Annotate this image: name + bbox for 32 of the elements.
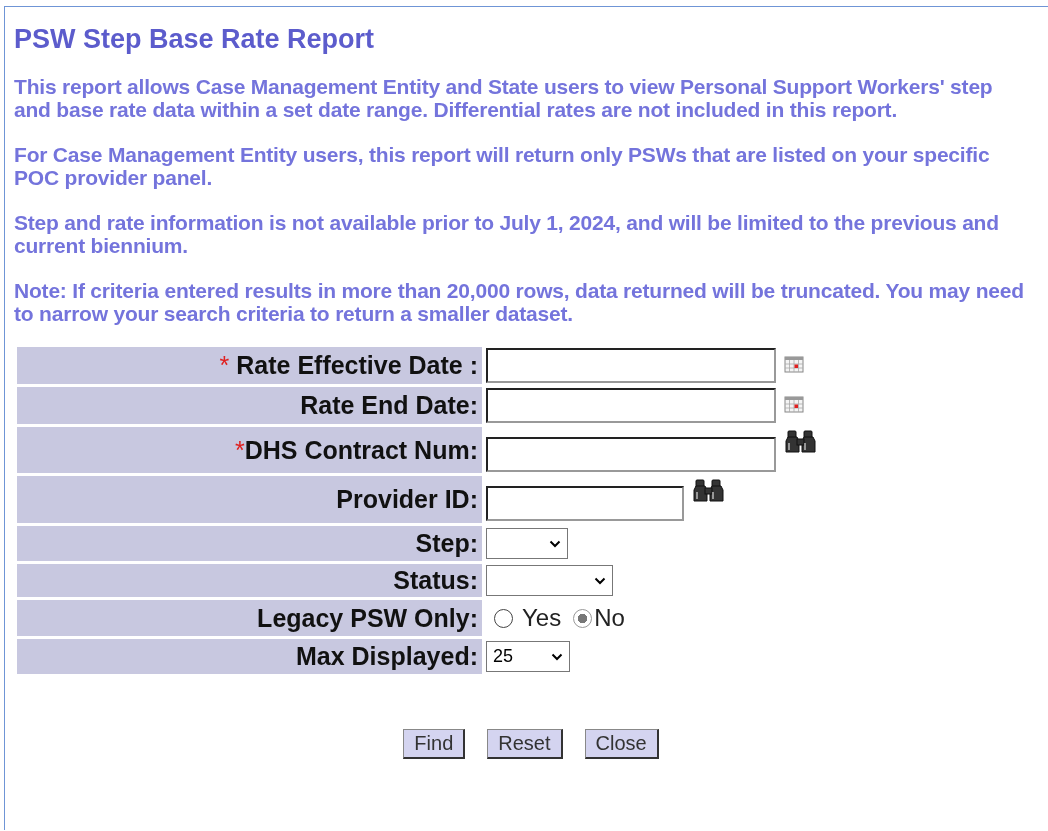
date-input-field[interactable] xyxy=(486,388,776,423)
field-label: Step: xyxy=(415,529,478,558)
chevron-down-icon xyxy=(549,539,561,548)
text-input-field[interactable] xyxy=(486,486,684,521)
text-input-field[interactable] xyxy=(486,437,776,472)
dropdown-select[interactable] xyxy=(486,565,613,596)
binoculars-icon[interactable] xyxy=(784,429,818,455)
field-label: Max Displayed: xyxy=(296,642,478,671)
field-label: *DHS Contract Num: xyxy=(234,435,478,465)
field-label: Rate End Date: xyxy=(300,391,478,420)
info-paragraph: Note: If criteria entered results in more than 20,000 rows, data returned will be truncated. You may need to narrow your search criteria to return a smaller dataset. xyxy=(14,279,1025,325)
field-label: * Rate Effective Date : xyxy=(219,351,478,380)
page-title: PSW Step Base Rate Report xyxy=(14,23,376,55)
info-paragraph: Step and rate information is not available prior to July 1, 2024, and will be limited to the previous and current biennium. xyxy=(14,211,1000,257)
dropdown-select[interactable]: 25 xyxy=(486,641,570,672)
dropdown-select[interactable] xyxy=(486,528,568,559)
field-label: Provider ID: xyxy=(336,485,478,514)
field-label: Legacy PSW Only: xyxy=(257,603,478,633)
form-button[interactable]: Find xyxy=(403,729,466,759)
radio-option[interactable]: Yes xyxy=(494,604,562,632)
form-button[interactable]: Close xyxy=(584,729,659,759)
radio-option[interactable]: No xyxy=(573,604,625,632)
chevron-down-icon xyxy=(594,576,606,585)
info-paragraph: This report allows Case Management Entity and State users to view Personal Support Workers' step and base rate data within a set date range. Differential rates are not included in this report. xyxy=(14,75,994,121)
field-label: Status: xyxy=(393,566,478,595)
calendar-icon[interactable] xyxy=(784,356,804,373)
info-paragraph: For Case Management Entity users, this report will return only PSWs that are listed on your specific POC provider panel. xyxy=(14,143,991,189)
date-input-field[interactable] xyxy=(486,348,776,383)
binoculars-icon[interactable] xyxy=(692,478,726,504)
chevron-down-icon xyxy=(551,652,563,661)
form-button[interactable]: Reset xyxy=(487,729,563,759)
calendar-icon[interactable] xyxy=(784,396,804,413)
